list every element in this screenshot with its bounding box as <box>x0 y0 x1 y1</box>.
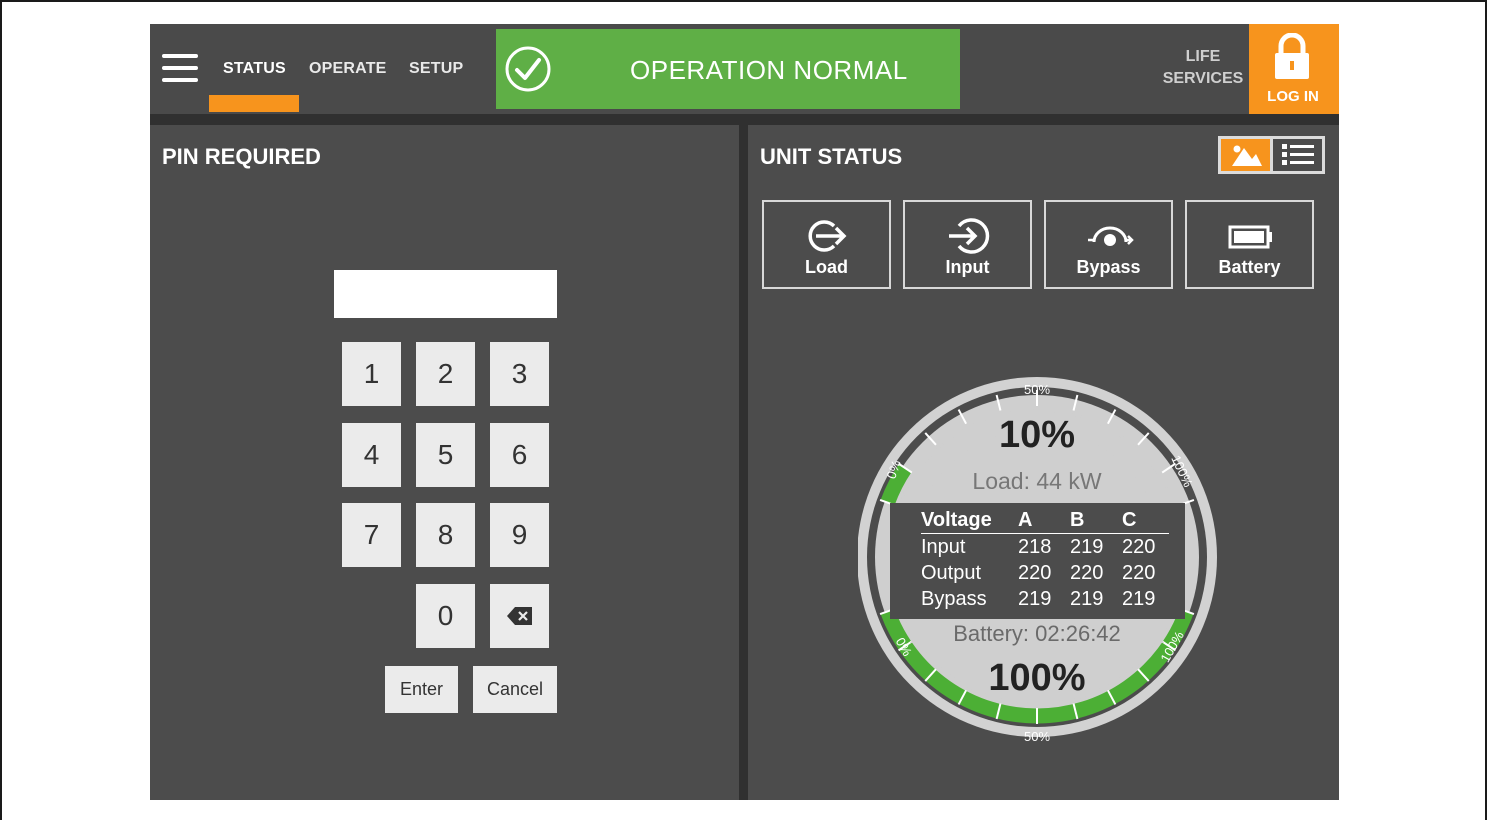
key-5[interactable]: 5 <box>416 423 475 487</box>
enter-button[interactable]: Enter <box>385 666 458 713</box>
load-icon <box>808 220 847 252</box>
backspace-key[interactable] <box>490 584 549 648</box>
bypass-button[interactable]: Bypass <box>1044 200 1173 289</box>
active-tab-indicator <box>209 95 299 112</box>
voltage-header-c: C <box>1117 507 1169 534</box>
view-toggle[interactable] <box>1218 136 1325 174</box>
key-6[interactable]: 6 <box>490 423 549 487</box>
voltage-table: Voltage A B C Input 218 219 220 Output 2… <box>921 507 1169 612</box>
checkmark-circle-icon <box>505 46 551 92</box>
unit-status-title: UNIT STATUS <box>760 144 903 169</box>
ups-screen: STATUS OPERATE SETUP OPERATION NORMAL LI… <box>150 24 1339 800</box>
voltage-value: 219 <box>1122 588 1156 610</box>
pin-panel-title: PIN REQUIRED <box>162 144 321 169</box>
login-label: LOG IN <box>1267 88 1319 105</box>
battery-label: Battery <box>1218 257 1281 277</box>
backspace-icon <box>506 607 532 625</box>
diagram-view-icon[interactable] <box>1221 139 1270 171</box>
life-services-link[interactable]: LIFE SERVICES <box>1162 46 1244 90</box>
key-3[interactable]: 3 <box>490 342 549 406</box>
load-button[interactable]: Load <box>762 200 891 289</box>
key-4[interactable]: 4 <box>342 423 401 487</box>
key-0[interactable]: 0 <box>416 584 475 648</box>
battery-icon <box>1228 225 1272 249</box>
key-2[interactable]: 2 <box>416 342 475 406</box>
list-view-icon[interactable] <box>1273 139 1322 171</box>
voltage-value: 220 <box>1122 562 1156 584</box>
voltage-row-name: Output <box>921 562 982 584</box>
input-icon <box>949 218 990 254</box>
tab-operate[interactable]: OPERATE <box>309 60 387 78</box>
load-percent: 10% <box>998 414 1076 456</box>
load-kw: Load: 44 kW <box>972 468 1102 494</box>
voltage-row-output: Output 220 220 220 <box>921 560 1169 586</box>
key-7[interactable]: 7 <box>342 503 401 567</box>
voltage-header-a: A <box>1013 507 1065 534</box>
voltage-table-header: Voltage A B C <box>921 507 1169 534</box>
voltage-header-label: Voltage <box>921 507 1013 534</box>
unit-status-panel: UNIT STATUS Load Input Bypass Battery 50… <box>748 125 1339 800</box>
key-8[interactable]: 8 <box>416 503 475 567</box>
battery-runtime: Battery: 02:26:42 <box>953 621 1121 646</box>
voltage-row-name: Input <box>921 536 966 558</box>
top-bar: STATUS OPERATE SETUP OPERATION NORMAL LI… <box>150 24 1339 114</box>
pin-panel: PIN REQUIRED 1 2 3 4 5 6 7 8 9 0 Enter C… <box>150 125 739 800</box>
voltage-value: 220 <box>1070 562 1104 584</box>
voltage-value: 218 <box>1018 536 1052 558</box>
voltage-value: 220 <box>1018 562 1052 584</box>
life-services-line1: LIFE <box>1185 48 1221 65</box>
voltage-value: 220 <box>1122 536 1156 558</box>
bypass-icon <box>1088 226 1134 246</box>
key-9[interactable]: 9 <box>490 503 549 567</box>
menu-icon[interactable] <box>162 54 198 84</box>
status-gauge: 50% 0% 100% 50% 0% 100% 10% Load: 44 kW … <box>858 363 1218 753</box>
voltage-row-input: Input 218 219 220 <box>921 534 1169 561</box>
pin-input[interactable] <box>334 270 557 318</box>
status-banner: OPERATION NORMAL <box>496 29 960 109</box>
status-text: OPERATION NORMAL <box>630 55 908 85</box>
tab-status[interactable]: STATUS <box>223 60 286 78</box>
voltage-value: 219 <box>1018 588 1052 610</box>
load-scale-50-label: 50% <box>1024 382 1050 397</box>
login-button[interactable]: LOG IN <box>1249 24 1339 114</box>
input-label: Input <box>945 257 990 277</box>
battery-scale-50-label: 50% <box>1024 729 1050 744</box>
voltage-header-b: B <box>1065 507 1117 534</box>
key-1[interactable]: 1 <box>342 342 401 406</box>
voltage-value: 219 <box>1070 588 1104 610</box>
battery-percent: 100% <box>988 657 1086 699</box>
input-button[interactable]: Input <box>903 200 1032 289</box>
voltage-value: 219 <box>1070 536 1104 558</box>
cancel-button[interactable]: Cancel <box>473 666 557 713</box>
lock-icon <box>1275 33 1309 79</box>
load-label: Load <box>805 257 848 277</box>
voltage-row-name: Bypass <box>921 588 987 610</box>
battery-button[interactable]: Battery <box>1185 200 1314 289</box>
life-services-line2: SERVICES <box>1162 70 1244 87</box>
tab-setup[interactable]: SETUP <box>409 60 463 78</box>
voltage-row-bypass: Bypass 219 219 219 <box>921 586 1169 612</box>
bypass-label: Bypass <box>1076 257 1141 277</box>
